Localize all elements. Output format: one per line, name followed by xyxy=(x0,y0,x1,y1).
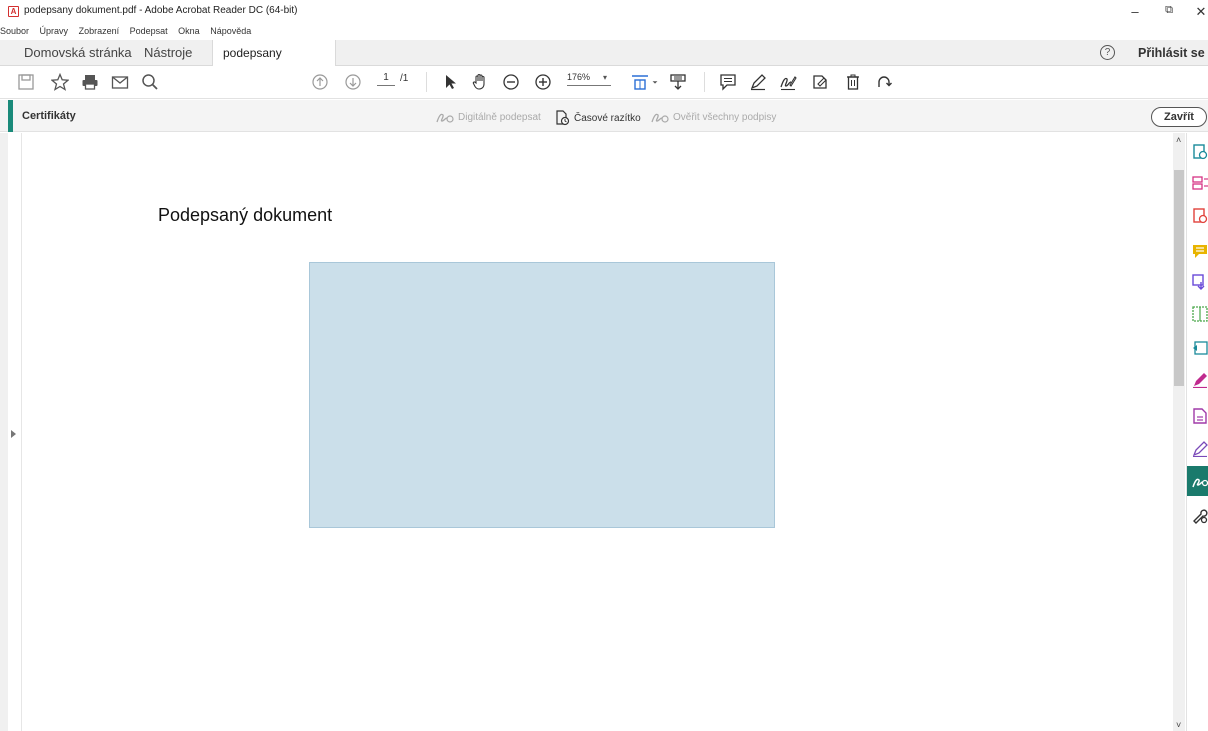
organize-pages-icon[interactable] xyxy=(1192,175,1208,191)
left-panel-collapsed xyxy=(0,133,8,731)
hand-icon[interactable] xyxy=(470,72,490,92)
print-icon[interactable] xyxy=(80,72,100,92)
menu-view[interactable]: Zobrazení xyxy=(79,26,120,36)
bookmark-star-icon[interactable] xyxy=(50,72,70,92)
close-window-button[interactable]: ✕ xyxy=(1186,4,1208,20)
menu-bar: Soubor Úpravy Zobrazení Podepsat Okna Ná… xyxy=(0,26,253,38)
expand-left-panel-icon[interactable] xyxy=(11,430,16,438)
verify-signatures-button[interactable]: Ověřit všechny podpisy xyxy=(651,110,776,124)
more-tools-icon[interactable] xyxy=(1192,508,1208,524)
tab-bar: Domovská stránka Nástroje podepsany doku… xyxy=(0,40,1208,86)
digital-sign-icon xyxy=(436,113,454,123)
page-total: /1 xyxy=(400,73,409,84)
zoom-out-icon[interactable] xyxy=(501,72,521,92)
select-arrow-icon[interactable] xyxy=(440,72,460,92)
timestamp-icon xyxy=(556,110,570,126)
page-down-icon[interactable] xyxy=(343,72,363,92)
request-sign-icon[interactable] xyxy=(1192,441,1208,457)
digital-sign-label: Digitálně podepsat xyxy=(458,111,541,123)
menu-sign[interactable]: Podepsat xyxy=(130,26,168,36)
tab-document[interactable]: podepsany dokum...× xyxy=(212,40,336,86)
export-pdf-icon[interactable] xyxy=(1192,144,1208,160)
email-icon[interactable] xyxy=(110,72,130,92)
menu-file[interactable]: Soubor xyxy=(0,26,29,36)
tab-home[interactable]: Domovská stránka xyxy=(14,40,142,66)
tab-tools[interactable]: Nástroje xyxy=(134,40,202,66)
delete-icon[interactable] xyxy=(843,72,863,92)
create-pdf-icon[interactable] xyxy=(1192,208,1208,224)
document-heading: Podepsaný dokument xyxy=(158,205,333,225)
export-icon[interactable] xyxy=(1192,340,1208,356)
rotate-icon[interactable] xyxy=(874,72,894,92)
menu-edit[interactable]: Úpravy xyxy=(40,26,69,36)
scroll-down-icon[interactable]: ˅ xyxy=(1176,720,1181,730)
comment-tool-icon[interactable] xyxy=(1192,243,1208,259)
edit-pdf-icon[interactable] xyxy=(1192,306,1208,322)
scroll-mode-icon[interactable] xyxy=(668,72,688,92)
sign-icon[interactable] xyxy=(778,72,798,92)
zoom-dropdown-icon[interactable]: ▾ xyxy=(603,73,607,82)
timestamp-label: Časové razítko xyxy=(574,112,641,124)
toolbar-divider xyxy=(426,72,427,92)
highlight-icon[interactable] xyxy=(748,72,768,92)
certificates-accent xyxy=(8,100,13,132)
toolbar-divider xyxy=(704,72,705,92)
page-number-input[interactable]: 1 xyxy=(377,72,395,86)
page-up-icon[interactable] xyxy=(310,72,330,92)
certificates-icon[interactable] xyxy=(1192,473,1208,489)
verify-signatures-icon xyxy=(651,113,669,123)
zoom-in-icon[interactable] xyxy=(533,72,553,92)
sign-in-link[interactable]: Přihlásit se xyxy=(1138,46,1205,60)
restore-button[interactable]: ⧉ xyxy=(1154,4,1184,17)
menu-help[interactable]: Nápověda xyxy=(210,26,251,36)
scroll-up-icon[interactable]: ˄ xyxy=(1176,135,1181,145)
verify-signatures-label: Ověřit všechny podpisy xyxy=(673,111,777,123)
fit-page-dropdown-icon[interactable] xyxy=(650,72,660,92)
acrobat-pdf-icon: A xyxy=(8,6,19,17)
comment-icon[interactable] xyxy=(718,72,738,92)
combine-files-icon[interactable] xyxy=(1192,274,1208,290)
fit-page-icon[interactable] xyxy=(630,72,650,92)
minimize-button[interactable]: – xyxy=(1120,4,1150,19)
menu-window[interactable]: Okna xyxy=(178,26,200,36)
stamp-icon[interactable] xyxy=(810,72,830,92)
close-certificates-button[interactable]: Zavřít xyxy=(1151,107,1207,127)
send-review-icon[interactable] xyxy=(1192,408,1208,424)
help-icon[interactable]: ? xyxy=(1100,45,1115,60)
search-icon[interactable] xyxy=(140,72,160,92)
title-bar: A podepsany dokument.pdf - Adobe Acrobat… xyxy=(0,0,1208,26)
signature-field[interactable] xyxy=(309,262,775,528)
window-title: podepsany dokument.pdf - Adobe Acrobat R… xyxy=(24,5,298,16)
timestamp-button[interactable]: Časové razítko xyxy=(554,110,641,126)
save-icon[interactable] xyxy=(16,72,36,92)
digital-sign-button[interactable]: Digitálně podepsat xyxy=(436,110,541,124)
certificates-title: Certifikáty xyxy=(22,110,76,122)
fill-sign-icon[interactable] xyxy=(1192,372,1208,388)
scroll-thumb[interactable] xyxy=(1174,170,1184,386)
